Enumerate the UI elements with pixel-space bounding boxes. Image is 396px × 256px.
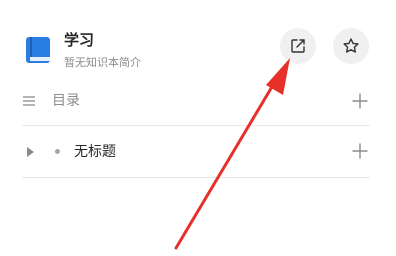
- plus-icon[interactable]: [352, 93, 368, 109]
- knowledge-book-panel: 学习 暂无知识本简介 目录 无标题: [0, 0, 396, 256]
- divider: [22, 125, 370, 126]
- toc-label: 目录: [52, 93, 80, 109]
- share-icon: [291, 39, 305, 53]
- toc-header: 目录: [22, 82, 370, 122]
- book-title: 学习: [64, 31, 95, 49]
- list-icon: [23, 96, 35, 106]
- doc-title: 无标题: [74, 144, 116, 160]
- caret-right-icon[interactable]: [25, 146, 35, 158]
- plus-icon[interactable]: [352, 143, 368, 159]
- doc-list-item[interactable]: 无标题: [22, 132, 370, 172]
- book-subtitle: 暂无知识本简介: [64, 56, 141, 69]
- star-button[interactable]: [333, 28, 369, 64]
- star-icon: [343, 38, 359, 53]
- bullet-icon: [55, 149, 60, 154]
- share-button[interactable]: [280, 28, 316, 64]
- divider: [22, 177, 370, 178]
- book-icon: [24, 36, 52, 64]
